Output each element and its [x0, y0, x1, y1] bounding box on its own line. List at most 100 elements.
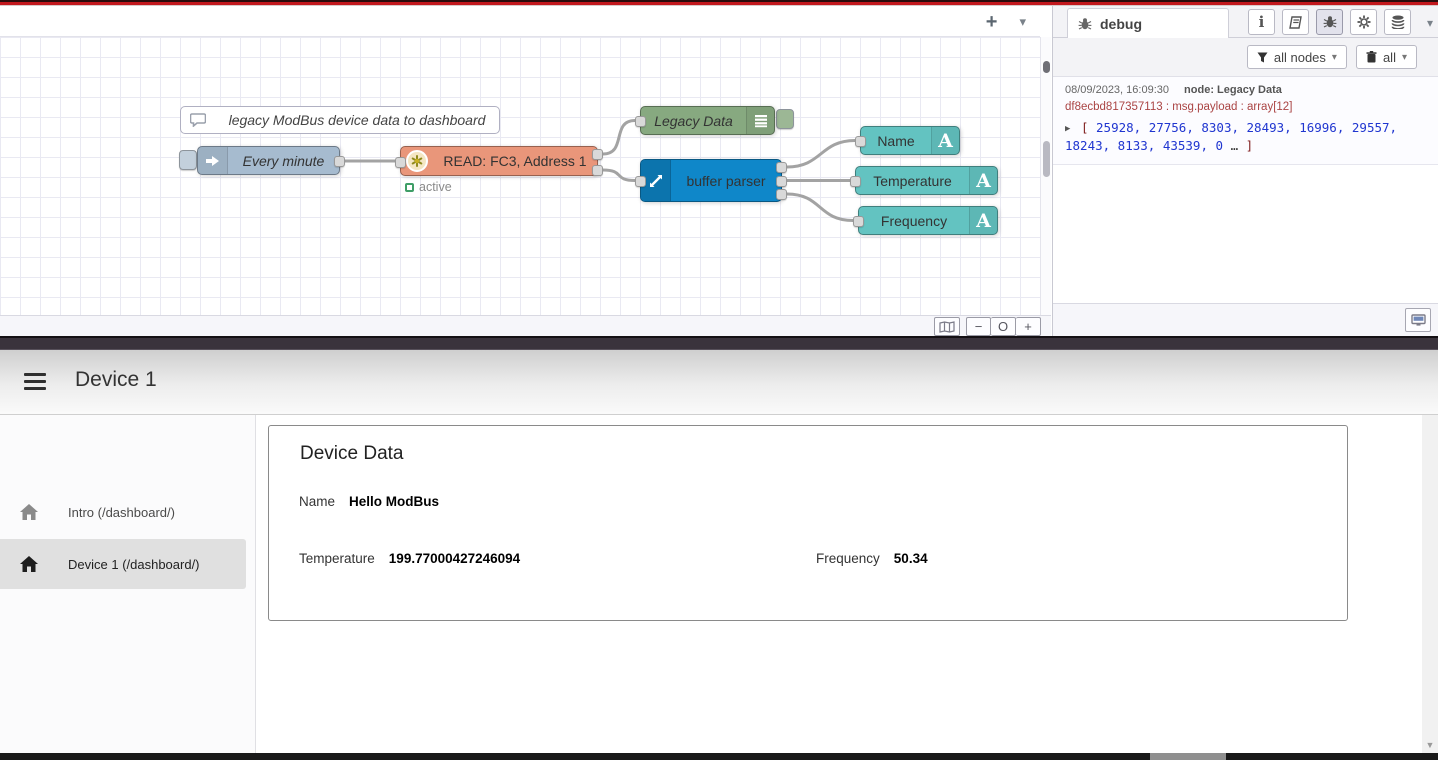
text-A-icon: A	[931, 127, 959, 154]
inject-output-port[interactable]	[334, 156, 345, 167]
debug-list-icon	[746, 107, 774, 134]
text-A-icon: A	[969, 207, 997, 234]
buffer-parser-output-port-1[interactable]	[776, 162, 787, 173]
debug-message[interactable]: 08/09/2023, 16:09:30 node: Legacy Data d…	[1053, 77, 1438, 165]
menu-hamburger-icon[interactable]	[24, 373, 46, 390]
ui-text-temperature-node[interactable]: Temperature A	[855, 166, 998, 195]
inject-trigger-button[interactable]	[179, 150, 197, 170]
dashboard-header: Device 1	[0, 350, 1438, 415]
open-debug-window-button[interactable]	[1405, 308, 1431, 332]
dashboard-page-title: Device 1	[75, 368, 157, 392]
field-frequency: Frequency 50.34	[816, 551, 928, 566]
card-title: Device Data	[300, 443, 404, 465]
flow-tabbar: + ▾	[0, 6, 1040, 37]
field-name-label: Name	[299, 494, 335, 509]
buffer-parser-input-port[interactable]	[635, 176, 646, 187]
modbus-read-status: active	[405, 180, 452, 194]
ui-text-frequency-label: Frequency	[859, 207, 969, 234]
inject-node[interactable]: Every minute	[197, 146, 340, 175]
debug-sidebar: debug i ▾	[1052, 6, 1438, 336]
debug-tab-button[interactable]	[1316, 9, 1343, 35]
flow-list-caret-icon[interactable]: ▾	[1019, 14, 1026, 30]
buffer-parser-output-port-2[interactable]	[776, 176, 787, 187]
buffer-parser-node-label: buffer parser	[671, 160, 781, 201]
help-tab-button[interactable]	[1282, 9, 1309, 35]
sidebar-item-device1[interactable]: Device 1 (/dashboard/)	[0, 539, 246, 589]
dashboard-vertical-scrollbar[interactable]: ▼	[1422, 415, 1438, 753]
home-icon	[20, 556, 38, 572]
field-temperature-label: Temperature	[299, 551, 375, 566]
comment-node[interactable]: legacy ModBus device data to dashboard	[180, 106, 500, 134]
window-separator-bar	[0, 336, 1438, 350]
debug-message-meta: df8ecbd817357113 : msg.payload : array[1…	[1065, 101, 1429, 113]
zoom-out-button[interactable]: −	[966, 317, 991, 336]
dashboard: Device 1 Intro (/dashboard/) Device 1 (/…	[0, 350, 1438, 753]
modbus-read-node-label: READ: FC3, Address 1	[433, 147, 597, 175]
legacy-data-node-label: Legacy Data	[641, 107, 746, 134]
bottom-scrollbar-segment[interactable]	[1150, 753, 1226, 760]
scrollbar-dot[interactable]	[1043, 61, 1050, 73]
navigator-map-button[interactable]	[934, 317, 960, 336]
debug-filter-button[interactable]: all nodes ▾	[1247, 45, 1347, 69]
debug-message-node: node: Legacy Data	[1184, 84, 1282, 96]
scrollbar-thumb[interactable]	[1043, 141, 1050, 177]
field-frequency-label: Frequency	[816, 551, 880, 566]
expand-caret-icon[interactable]: ▶	[1065, 124, 1070, 134]
buffer-parser-node[interactable]: buffer parser	[640, 159, 782, 202]
tab-debug[interactable]: debug	[1067, 8, 1229, 39]
ui-text-name-input-port[interactable]	[855, 136, 866, 147]
device-data-card: Device Data Name Hello ModBus Temperature…	[268, 425, 1348, 621]
legacy-data-debug-node[interactable]: Legacy Data	[640, 106, 775, 135]
caret-down-icon: ▾	[1402, 52, 1407, 63]
zoom-reset-button[interactable]: O	[991, 317, 1016, 336]
debug-message-list[interactable]: 08/09/2023, 16:09:30 node: Legacy Data d…	[1053, 76, 1438, 303]
payload-bracket-open: [	[1081, 120, 1089, 135]
modbus-read-input-port[interactable]	[395, 157, 406, 168]
ui-text-temperature-label: Temperature	[856, 167, 969, 194]
modbus-read-output-port-2[interactable]	[592, 165, 603, 176]
add-flow-button[interactable]: +	[986, 12, 998, 32]
comment-bubble-icon	[181, 107, 215, 133]
debug-message-payload[interactable]: ▶ [ 25928, 27756, 8303, 28493, 16996, 29…	[1065, 119, 1429, 155]
scroll-down-arrow-icon[interactable]: ▼	[1422, 737, 1438, 753]
field-frequency-value: 50.34	[894, 551, 928, 566]
field-name-value: Hello ModBus	[349, 494, 439, 509]
node-red-editor: + ▾ legacy ModBus	[0, 6, 1438, 336]
canvas-vertical-scrollbar[interactable]	[1040, 37, 1051, 315]
debug-toolbar: all nodes ▾ all ▾	[1053, 38, 1438, 76]
legacy-data-input-port[interactable]	[635, 116, 646, 127]
bottom-taskbar	[0, 753, 1438, 760]
modbus-read-status-text: active	[419, 180, 452, 194]
debug-toggle-button[interactable]	[776, 109, 794, 129]
inject-node-label: Every minute	[228, 147, 339, 174]
zoom-in-button[interactable]: +	[1016, 317, 1041, 336]
sidebar-item-intro[interactable]: Intro (/dashboard/)	[0, 487, 246, 537]
text-A-icon: A	[969, 167, 997, 194]
config-nodes-tab-button[interactable]	[1350, 9, 1377, 35]
flow-canvas[interactable]: legacy ModBus device data to dashboard E…	[0, 37, 1040, 315]
modbus-read-output-port-1[interactable]	[592, 149, 603, 160]
field-temperature: Temperature199.77000427246094	[299, 551, 520, 566]
caret-down-icon: ▾	[1332, 52, 1337, 63]
trash-icon	[1366, 51, 1377, 63]
ui-text-frequency-input-port[interactable]	[853, 216, 864, 227]
comment-node-label: legacy ModBus device data to dashboard	[215, 107, 499, 133]
modbus-read-node[interactable]: READ: FC3, Address 1	[400, 146, 598, 176]
buffer-parser-output-port-3[interactable]	[776, 189, 787, 200]
sidebar-menu-caret-icon[interactable]: ▾	[1427, 16, 1433, 30]
sidebar-tabbar: debug i ▾	[1053, 6, 1438, 38]
debug-clear-label: all	[1383, 50, 1396, 65]
sidebar-item-device1-label: Device 1 (/dashboard/)	[68, 557, 200, 572]
ui-text-temperature-input-port[interactable]	[850, 176, 861, 187]
info-tab-button[interactable]: i	[1248, 9, 1275, 35]
ui-text-name-label: Name	[861, 127, 931, 154]
field-name: Name Hello ModBus	[299, 494, 439, 509]
debug-message-timestamp: 08/09/2023, 16:09:30	[1065, 84, 1169, 96]
ui-text-frequency-node[interactable]: Frequency A	[858, 206, 998, 235]
context-data-tab-button[interactable]	[1384, 9, 1411, 35]
payload-bracket-close: ]	[1246, 138, 1254, 153]
ui-text-name-node[interactable]: Name A	[860, 126, 960, 155]
bug-icon	[1078, 17, 1092, 31]
debug-clear-button[interactable]: all ▾	[1356, 45, 1417, 69]
debug-sidebar-footer	[1053, 303, 1438, 336]
